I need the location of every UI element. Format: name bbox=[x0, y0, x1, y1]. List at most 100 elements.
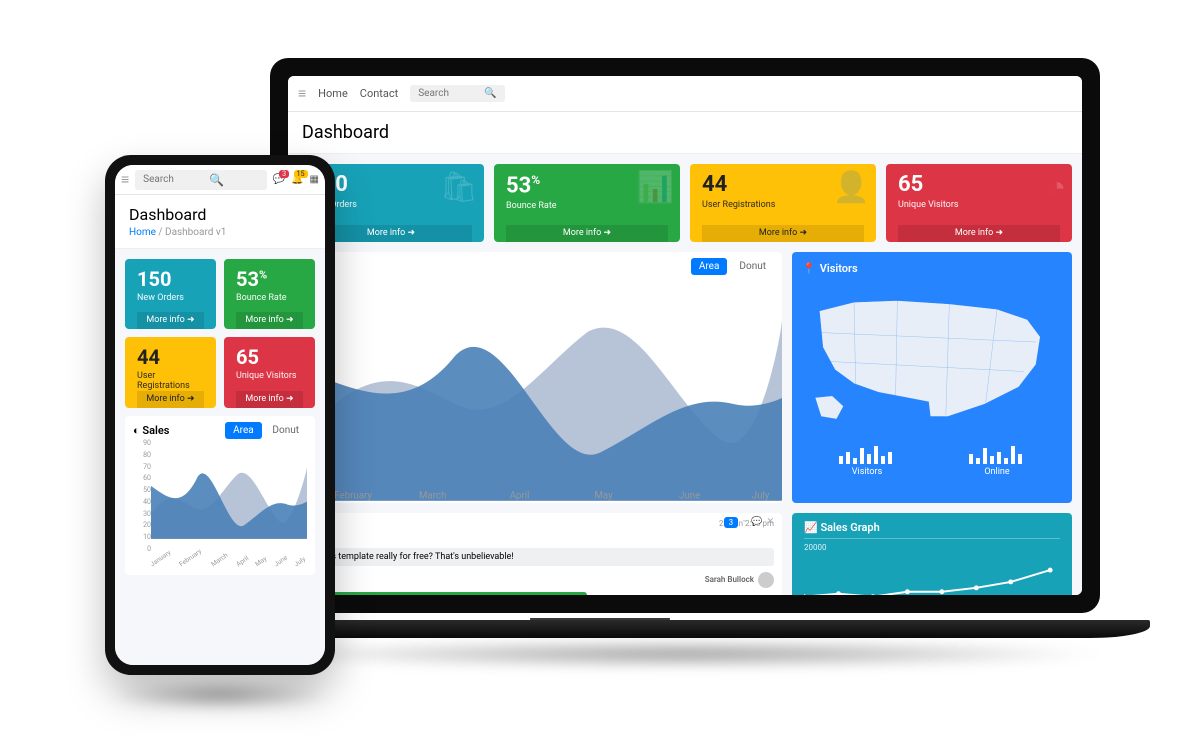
visitors-card: 📍 Visitors bbox=[792, 252, 1072, 503]
chat-message: Is this template really for free? That's… bbox=[306, 548, 774, 566]
bag-icon: 🛍 bbox=[440, 170, 478, 205]
pie-icon: ◔ bbox=[1048, 170, 1066, 205]
laptop-screen: ≡ Home Contact 🔍 Dashboard 150 New Order… bbox=[288, 76, 1082, 595]
stat-bounce-rate[interactable]: 53% Bounce Rate 📊 More info ➜ bbox=[494, 164, 680, 242]
svg-text:March: March bbox=[419, 490, 446, 501]
spark-visitors: Visitors bbox=[837, 444, 897, 477]
tab-donut[interactable]: Donut bbox=[264, 422, 307, 439]
nav-contact[interactable]: Contact bbox=[360, 87, 398, 100]
sales-graph-title: 📈 Sales Graph bbox=[804, 521, 1060, 539]
page-header: Dashboard Home / Dashboard v1 bbox=[115, 195, 325, 249]
search-box[interactable]: 🔍 bbox=[410, 85, 504, 102]
search-box[interactable]: 🔍 bbox=[135, 170, 266, 190]
stat-label: Unique Visitors bbox=[236, 371, 303, 381]
area-chart: February March April May June July bbox=[298, 281, 782, 503]
chat-comment-icon[interactable]: 💬 bbox=[751, 517, 762, 527]
grid-icon[interactable]: ▦ bbox=[310, 174, 319, 185]
bell-icon[interactable]: 🔔15 bbox=[291, 174, 303, 185]
laptop-navbar: ≡ Home Contact 🔍 bbox=[288, 76, 1082, 112]
stat-user-registrations[interactable]: 44 User Registrations 👤 More info ➜ bbox=[690, 164, 876, 242]
menu-icon[interactable]: ≡ bbox=[298, 85, 306, 102]
user-plus-icon: 👤 bbox=[833, 170, 870, 205]
area-chart-panel: Area Donut February March April May bbox=[298, 252, 782, 503]
svg-text:April: April bbox=[510, 490, 530, 501]
panel-header: Area Donut bbox=[298, 252, 782, 281]
stat-value: 44 bbox=[137, 347, 204, 367]
stat-bounce-rate[interactable]: 53% Bounce Rate More info ➜ bbox=[224, 259, 315, 329]
usa-map[interactable] bbox=[802, 281, 1062, 436]
stat-user-registrations[interactable]: 44 User Registrations More info ➜ bbox=[125, 337, 216, 408]
phone-frame: ≡ 🔍 💬3 🔔15 ▦ Dashboard Home / Dashboard … bbox=[105, 155, 335, 675]
search-icon[interactable]: 🔍 bbox=[484, 88, 496, 99]
sales-card-head: ◐ Sales Area Donut bbox=[133, 422, 307, 439]
chat-count: 3 bbox=[724, 517, 739, 528]
panels-row: Area Donut February March April May bbox=[298, 252, 1072, 503]
laptop-content: 150 New Orders 🛍 More info ➜ 53% Bounce … bbox=[288, 154, 1082, 595]
arrow-icon: ➜ bbox=[604, 228, 612, 238]
arrow-icon: ➜ bbox=[286, 315, 294, 325]
pie-icon: ◐ bbox=[133, 424, 140, 437]
sales-title: Sales bbox=[142, 424, 169, 437]
stat-footer[interactable]: More info ➜ bbox=[702, 225, 864, 242]
y-axis: 9080706050403020100 bbox=[133, 439, 151, 553]
stat-value: 65 bbox=[898, 174, 1060, 196]
page-header: Dashboard bbox=[288, 112, 1082, 154]
arrow-icon: ➜ bbox=[408, 228, 416, 238]
close-icon[interactable]: ✕ bbox=[766, 517, 774, 527]
stat-unique-visitors[interactable]: 65 Unique Visitors ◔ More info ➜ bbox=[886, 164, 1072, 242]
stat-value: 150 bbox=[137, 269, 204, 289]
svg-text:June: June bbox=[679, 490, 700, 501]
x-axis: JanuaryFebruaryMarchAprilMayJuneJuly bbox=[151, 561, 307, 569]
sales-area-chart: 9080706050403020100 JanuaryFebruaryMarch… bbox=[133, 439, 307, 569]
stats-row: 150 New Orders 🛍 More info ➜ 53% Bounce … bbox=[298, 164, 1072, 242]
visitors-title: 📍 Visitors bbox=[802, 262, 1062, 275]
stat-new-orders[interactable]: 150 New Orders More info ➜ bbox=[125, 259, 216, 329]
progress-bar bbox=[306, 592, 587, 595]
tab-area[interactable]: Area bbox=[691, 258, 728, 275]
stat-footer[interactable]: More info ➜ bbox=[236, 312, 303, 329]
stat-footer[interactable]: More info ➜ bbox=[137, 312, 204, 329]
arrow-icon: ➜ bbox=[800, 228, 808, 238]
stat-label: New Orders bbox=[137, 293, 204, 303]
page-title: Dashboard bbox=[129, 205, 311, 224]
laptop-shadow bbox=[260, 640, 1110, 668]
breadcrumb-home[interactable]: Home bbox=[129, 227, 156, 238]
arrow-icon: ➜ bbox=[187, 394, 195, 404]
tab-donut[interactable]: Donut bbox=[731, 258, 774, 275]
sales-card: ◐ Sales Area Donut 9080706050403020100 bbox=[125, 416, 315, 575]
phone-screen: ≡ 🔍 💬3 🔔15 ▦ Dashboard Home / Dashboard … bbox=[115, 165, 325, 665]
avatar bbox=[758, 572, 774, 588]
nav-right-icons: 💬3 🔔15 ▦ bbox=[273, 174, 319, 185]
arrow-icon: ➜ bbox=[286, 394, 294, 404]
stat-unique-visitors[interactable]: 65 Unique Visitors More info ➜ bbox=[224, 337, 315, 408]
svg-text:July: July bbox=[752, 490, 770, 501]
stat-footer[interactable]: More info ➜ bbox=[236, 391, 303, 408]
chat-toolbar: 3 − 💬 ✕ bbox=[724, 517, 774, 528]
laptop-frame: ≡ Home Contact 🔍 Dashboard 150 New Order… bbox=[270, 58, 1100, 613]
nav-home[interactable]: Home bbox=[318, 87, 348, 100]
stat-footer[interactable]: More info ➜ bbox=[137, 391, 204, 408]
minus-icon[interactable]: − bbox=[742, 517, 747, 527]
sparkline-row: Visitors Online bbox=[802, 444, 1062, 477]
menu-icon[interactable]: ≡ bbox=[121, 171, 129, 188]
search-input[interactable] bbox=[143, 174, 203, 185]
phone-navbar: ≡ 🔍 💬3 🔔15 ▦ bbox=[115, 165, 325, 195]
stat-value: 53% bbox=[236, 269, 303, 289]
comment-icon[interactable]: 💬3 bbox=[273, 174, 285, 185]
globe-search-icon[interactable]: 🔍 bbox=[209, 173, 224, 187]
stat-label: User Registrations bbox=[137, 371, 204, 391]
stat-footer[interactable]: More info ➜ bbox=[898, 225, 1060, 242]
tab-area[interactable]: Area bbox=[225, 422, 262, 439]
phone-stats: 150 New Orders More info ➜ 53% Bounce Ra… bbox=[125, 259, 315, 408]
bars-icon: 📊 bbox=[637, 170, 674, 205]
stat-label: Bounce Rate bbox=[236, 293, 303, 303]
phone-shadow bbox=[110, 680, 330, 710]
arrow-icon: ➜ bbox=[996, 228, 1004, 238]
sales-graph-card: 📈 Sales Graph 20000 15000 10000 bbox=[792, 513, 1072, 595]
chat-card: 3 − 💬 ✕ 23 Jan 2:00 pm Is this template … bbox=[298, 513, 782, 595]
chat-time: 23 Jan 2:00 pm bbox=[306, 519, 774, 528]
stat-footer[interactable]: More info ➜ bbox=[506, 225, 668, 242]
search-input[interactable] bbox=[418, 88, 478, 99]
page-title: Dashboard bbox=[302, 122, 1068, 143]
chart-icon: 📈 bbox=[804, 521, 818, 534]
